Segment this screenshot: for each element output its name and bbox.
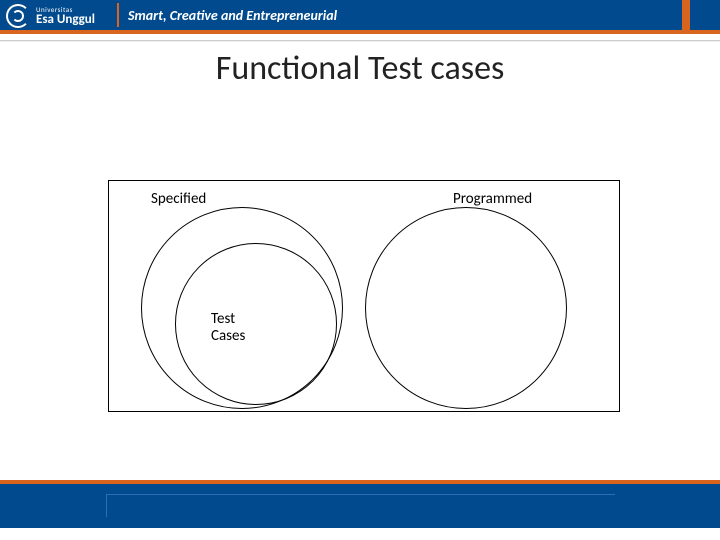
label-test-cases-line2: Cases (211, 327, 245, 345)
footer-bar (0, 484, 720, 528)
brand-divider (117, 3, 119, 27)
brand-text: Universitas Esa Unggul (36, 6, 95, 26)
circle-programmed (365, 207, 567, 409)
footer-inset-rule (106, 494, 615, 517)
label-test-cases-line1: Test (211, 310, 235, 328)
logo-swirl-icon (6, 4, 30, 28)
brand-logo: Universitas Esa Unggul (6, 4, 95, 28)
venn-frame: Specified Programmed Test Cases (108, 180, 620, 412)
brand-name: Esa Unggul (36, 13, 95, 26)
brand-tagline: Smart, Creative and Entrepreneurial (128, 7, 337, 24)
label-specified: Specified (149, 191, 208, 208)
header-underline (0, 30, 720, 34)
header-accent-bar (682, 0, 690, 30)
slide-title: Functional Test cases (0, 48, 720, 89)
header-shadow (0, 40, 720, 42)
header-bar: Universitas Esa Unggul Smart, Creative a… (0, 0, 720, 30)
label-programmed: Programmed (451, 191, 534, 208)
circle-test-cases (175, 243, 337, 405)
label-test-cases: Test Cases (209, 311, 247, 344)
